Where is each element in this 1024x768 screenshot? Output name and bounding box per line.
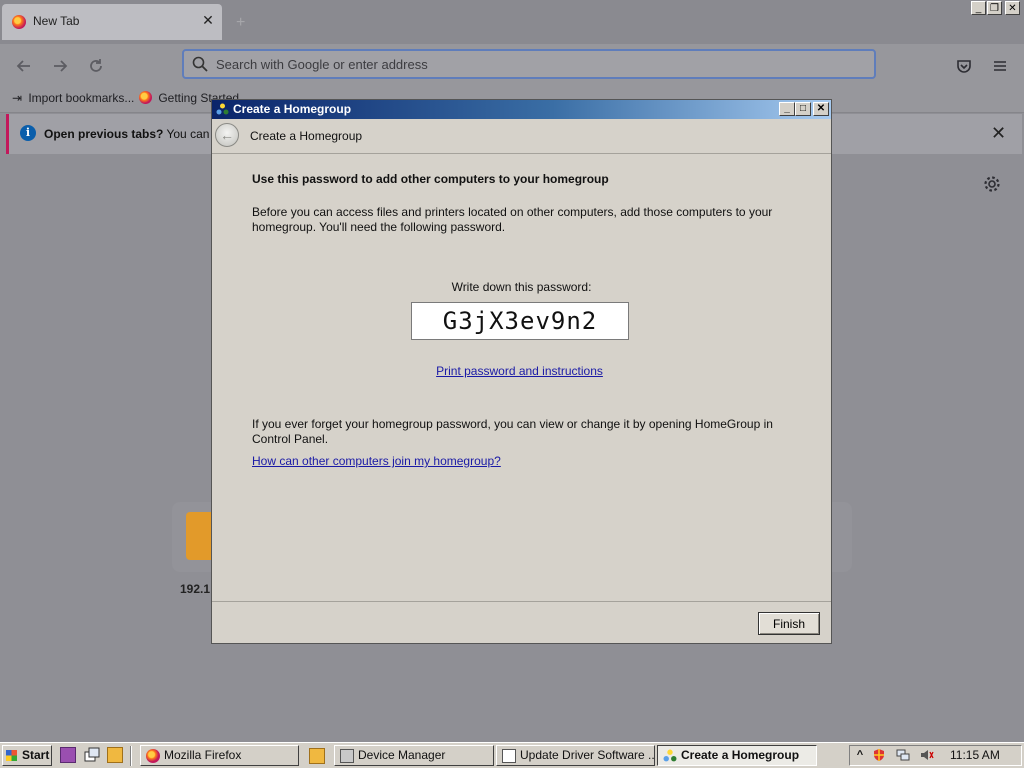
- homegroup-icon: [216, 103, 229, 116]
- homegroup-icon: [663, 749, 677, 763]
- password-value: G3jX3ev9n2: [442, 307, 598, 335]
- instructions-text: Before you can access files and printers…: [252, 205, 773, 234]
- device-manager-icon: [340, 749, 354, 763]
- back-arrow-icon[interactable]: [14, 56, 34, 76]
- firefox-icon: [12, 15, 26, 29]
- password-box: G3jX3ev9n2: [411, 302, 629, 340]
- clock: 11:15 AM: [950, 748, 1000, 762]
- task-label: Mozilla Firefox: [164, 748, 242, 762]
- tab-new-tab[interactable]: New Tab ✕: [2, 4, 222, 40]
- forward-arrow-icon[interactable]: [50, 56, 70, 76]
- search-input[interactable]: [216, 51, 856, 77]
- task-label: Device Manager: [358, 748, 446, 762]
- close-button[interactable]: ✕: [1005, 1, 1020, 15]
- task-device-manager[interactable]: Device Manager: [334, 745, 494, 766]
- task-label: Update Driver Software ...: [520, 748, 655, 762]
- notification-text: Open previous tabs? You can re: [44, 127, 223, 141]
- notification-accent: [6, 114, 9, 154]
- bookmark-label: Import bookmarks...: [28, 91, 135, 105]
- new-tab-icon[interactable]: +: [236, 14, 245, 32]
- taskbar: Start Mozilla Firefox Device Manager Upd…: [0, 742, 1024, 768]
- tray-expand-icon[interactable]: ^: [853, 748, 867, 762]
- dialog-content: Use this password to add other computers…: [212, 153, 831, 601]
- password-label: Write down this password:: [451, 280, 592, 294]
- quick-launch-folder-icon[interactable]: [107, 747, 123, 763]
- dialog-header-title: Create a Homegroup: [250, 129, 363, 143]
- network-icon[interactable]: [896, 748, 910, 762]
- dialog-title: Create a Homegroup: [233, 102, 352, 116]
- dialog-header: ← Create a Homegroup: [212, 119, 831, 154]
- start-button[interactable]: Start: [2, 745, 52, 766]
- close-icon[interactable]: ✕: [991, 123, 1006, 144]
- pocket-icon[interactable]: [954, 56, 974, 76]
- security-shield-icon[interactable]: [872, 748, 886, 762]
- restore-button[interactable]: ❐: [987, 1, 1002, 15]
- task-firefox[interactable]: Mozilla Firefox: [140, 745, 299, 766]
- start-label: Start: [22, 748, 50, 762]
- dialog-footer: Finish: [212, 601, 831, 644]
- volume-icon[interactable]: [920, 748, 934, 762]
- gear-icon[interactable]: [983, 175, 1001, 198]
- dialog-title-bar[interactable]: Create a Homegroup _ □ ✕: [212, 100, 831, 119]
- explorer-folder-icon[interactable]: [309, 748, 325, 764]
- dialog-minimize-button[interactable]: _: [779, 102, 795, 116]
- info-icon: i: [20, 125, 36, 141]
- import-icon: ⇥: [12, 91, 23, 105]
- minimize-button[interactable]: _: [971, 1, 986, 15]
- tab-strip: New Tab ✕ + _ ❐ ✕: [0, 0, 1024, 44]
- show-desktop-icon[interactable]: [84, 747, 100, 763]
- finish-button[interactable]: Finish: [758, 612, 820, 635]
- system-tray: ^ 11:15 AM: [849, 745, 1022, 766]
- print-password-link[interactable]: Print password and instructions: [212, 364, 827, 378]
- tab-close-icon[interactable]: ✕: [199, 11, 217, 29]
- dialog-maximize-button[interactable]: □: [795, 102, 811, 116]
- task-update-driver[interactable]: Update Driver Software ...: [496, 745, 655, 766]
- firefox-icon: [139, 91, 152, 104]
- search-icon: [192, 56, 208, 72]
- taskbar-separator: [130, 746, 132, 766]
- back-button[interactable]: ←: [215, 123, 239, 147]
- task-create-homegroup[interactable]: Create a Homegroup: [657, 745, 817, 766]
- dialog-close-button[interactable]: ✕: [813, 102, 829, 116]
- forget-password-text: If you ever forget your homegroup passwo…: [252, 417, 773, 446]
- menu-icon[interactable]: [990, 56, 1010, 76]
- bookmark-import[interactable]: ⇥ Import bookmarks...: [12, 91, 134, 105]
- task-label: Create a Homegroup: [681, 748, 800, 762]
- content-heading: Use this password to add other computers…: [252, 172, 609, 186]
- windows-logo-icon: [6, 750, 17, 761]
- shortcut-tile-label: 192.1: [180, 582, 211, 596]
- firefox-icon: [146, 749, 160, 763]
- tab-title: New Tab: [33, 14, 80, 28]
- address-bar[interactable]: [182, 49, 876, 79]
- notification-bold: Open previous tabs?: [44, 127, 164, 141]
- quick-launch-media-icon[interactable]: [60, 747, 76, 763]
- join-homegroup-link[interactable]: How can other computers join my homegrou…: [252, 454, 501, 468]
- navigation-bar: [0, 44, 1024, 86]
- homegroup-dialog: Create a Homegroup _ □ ✕ ← Create a Home…: [211, 99, 832, 644]
- reload-icon[interactable]: [86, 56, 106, 76]
- update-driver-icon: [502, 749, 516, 763]
